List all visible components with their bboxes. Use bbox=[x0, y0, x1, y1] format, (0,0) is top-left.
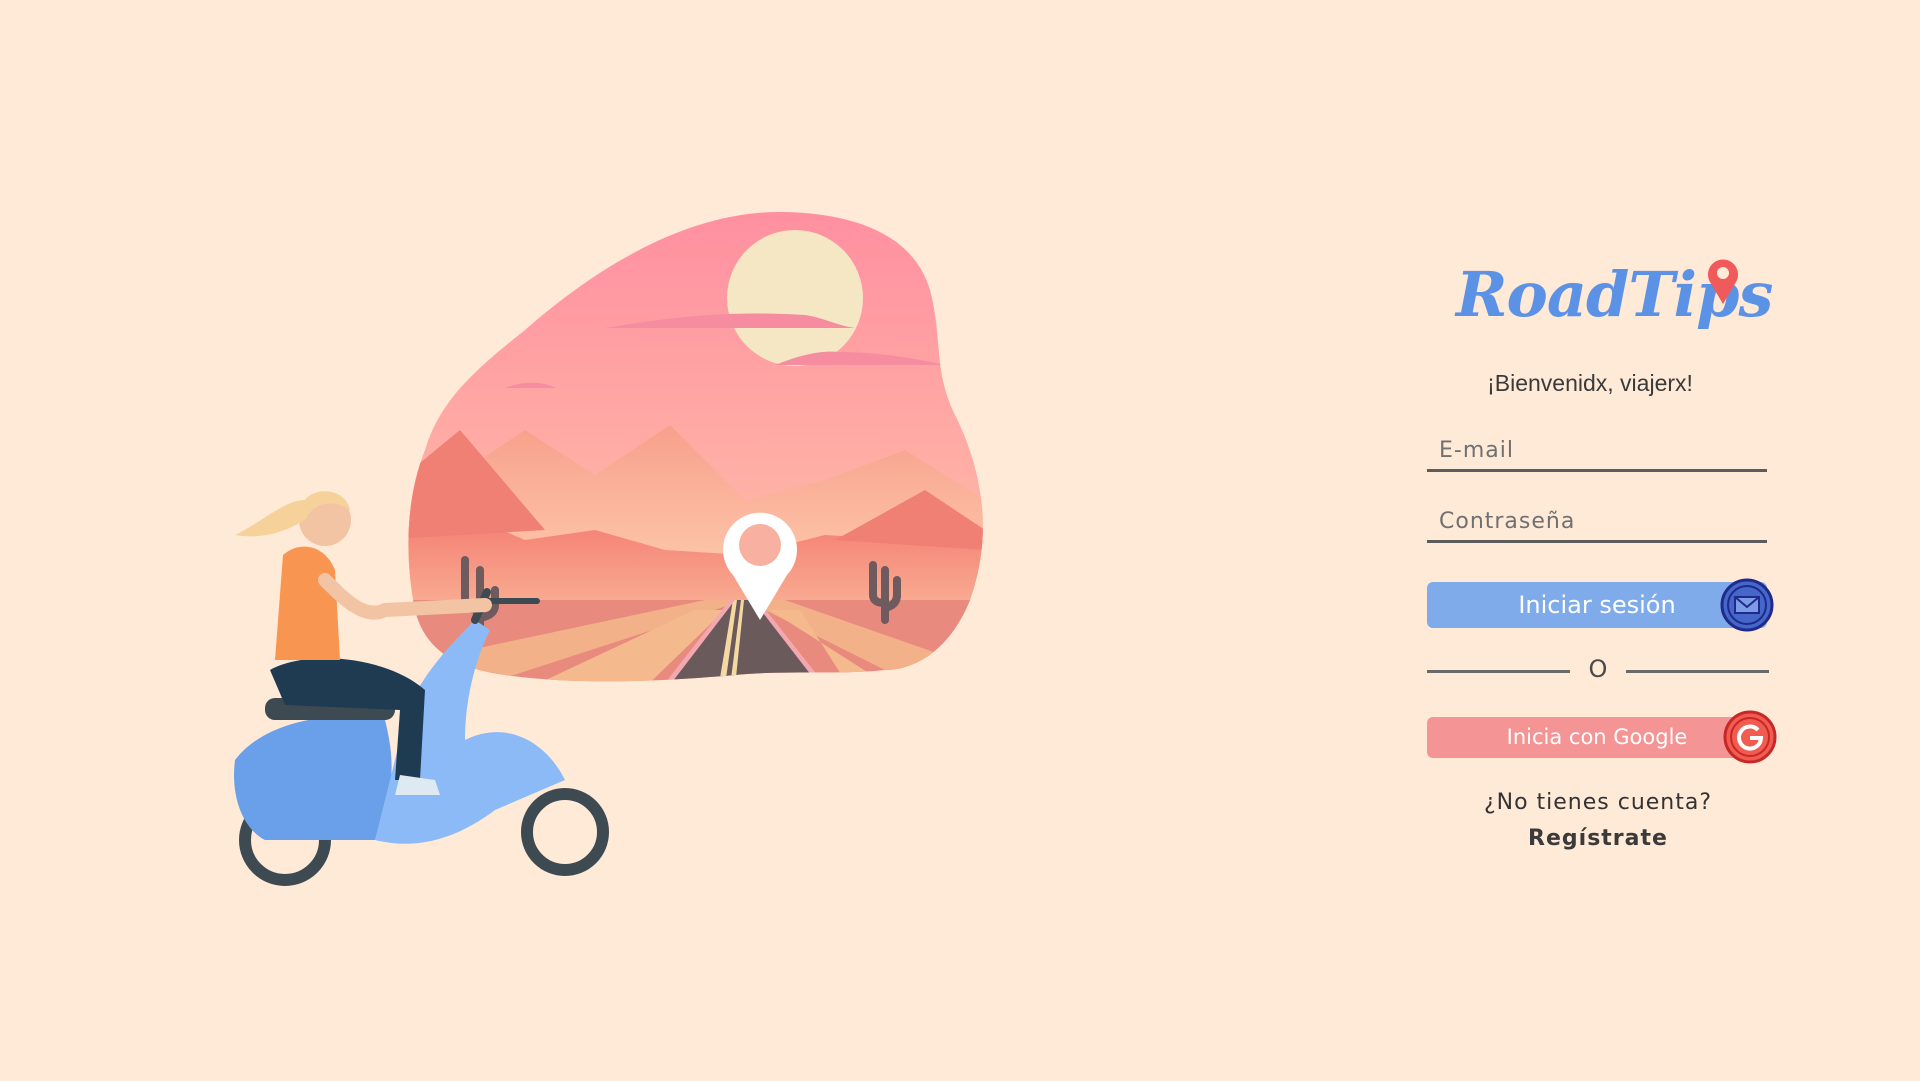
google-g-icon bbox=[1723, 710, 1777, 764]
hero-illustration bbox=[225, 200, 1205, 900]
password-field[interactable] bbox=[1427, 503, 1767, 543]
login-page: RoadTips ¡Bienvenidx, viajerx! Iniciar s… bbox=[0, 0, 1920, 1081]
or-divider: O bbox=[1427, 655, 1769, 685]
login-button-label: Iniciar sesión bbox=[1518, 591, 1676, 619]
google-login-button[interactable]: Inicia con Google bbox=[1427, 710, 1777, 764]
divider-text: O bbox=[1588, 655, 1608, 683]
email-field[interactable] bbox=[1427, 432, 1767, 472]
desert-road-scene bbox=[234, 211, 983, 886]
brand-logo: RoadTips bbox=[1456, 250, 1773, 360]
envelope-icon bbox=[1720, 578, 1774, 632]
register-link[interactable]: Regístrate bbox=[1420, 826, 1776, 851]
google-button-label: Inicia con Google bbox=[1506, 725, 1688, 749]
welcome-message: ¡Bienvenidx, viajerx! bbox=[1487, 370, 1693, 396]
no-account-text: ¿No tienes cuenta? bbox=[1483, 790, 1713, 815]
location-pin-icon bbox=[1708, 259, 1738, 304]
login-panel: RoadTips ¡Bienvenidx, viajerx! Iniciar s… bbox=[1420, 250, 1780, 870]
divider-line-right bbox=[1626, 670, 1769, 673]
login-button[interactable]: Iniciar sesión bbox=[1427, 578, 1774, 632]
